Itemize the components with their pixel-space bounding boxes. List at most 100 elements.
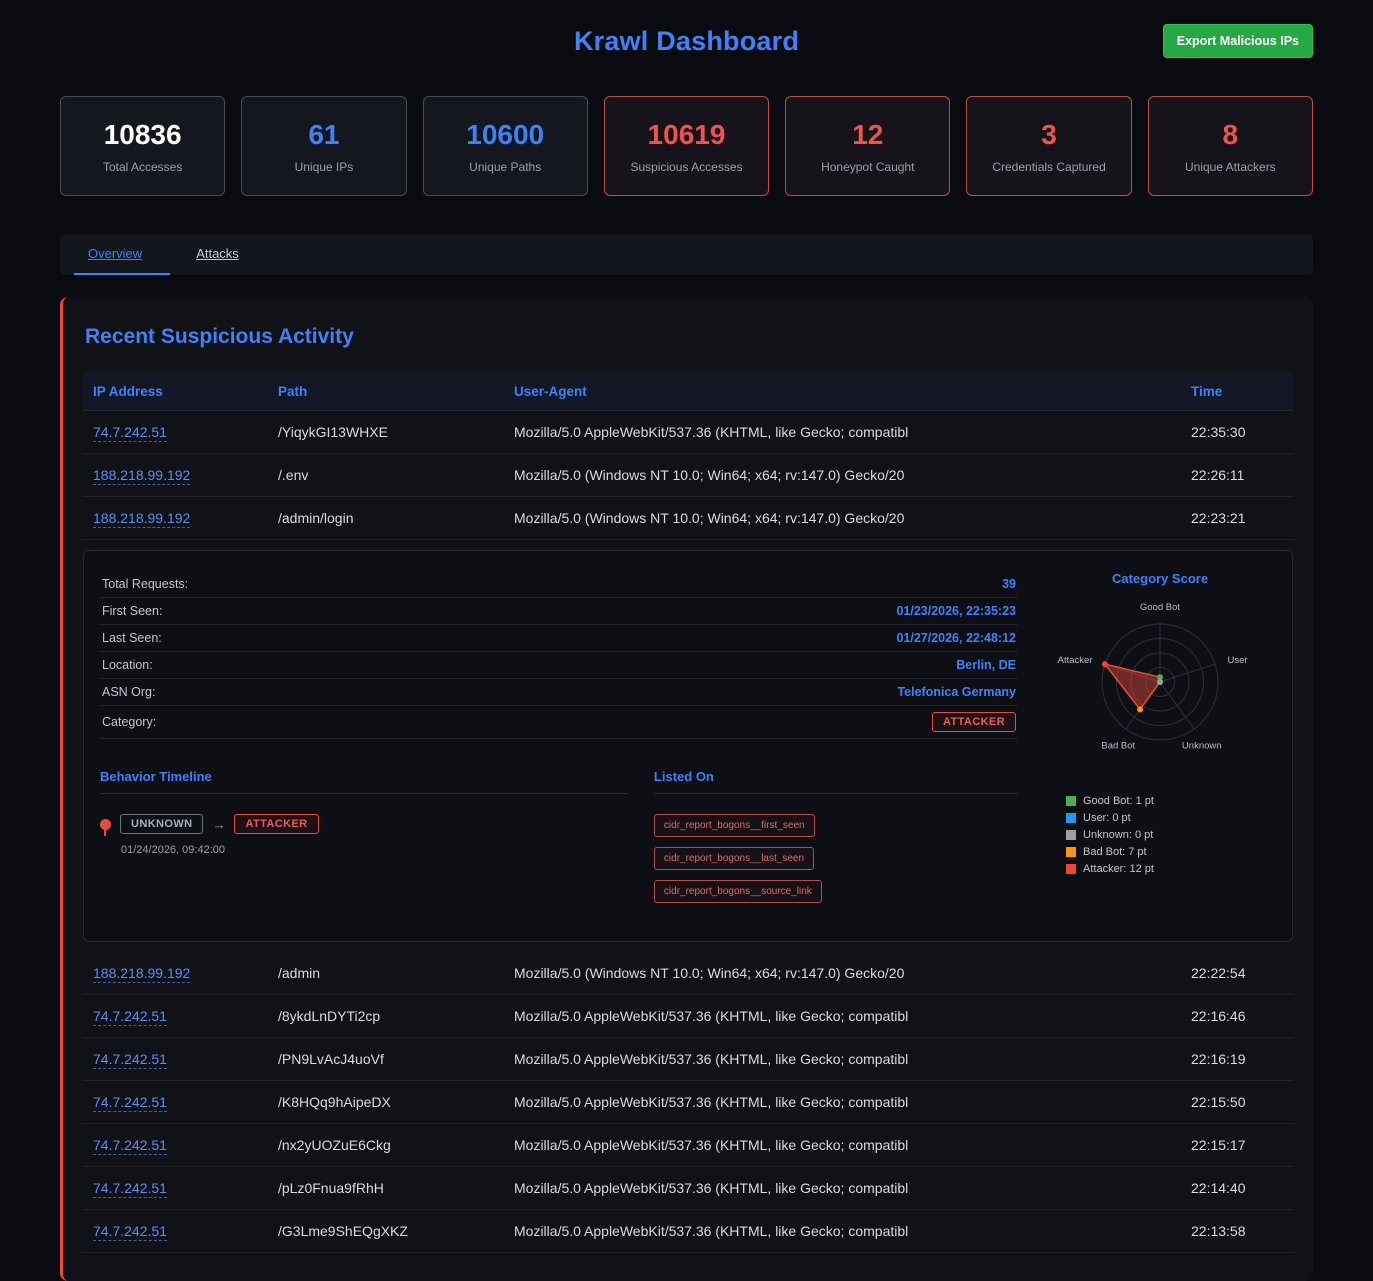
ip-link[interactable]: 188.218.99.192 (93, 510, 190, 528)
col-ip-address: IP Address (83, 373, 268, 410)
row-user-agent: Mozilla/5.0 AppleWebKit/537.36 (KHTML, l… (504, 1167, 1181, 1209)
info-label: First Seen: (102, 604, 162, 618)
radar-axis-label: Unknown (1182, 740, 1222, 751)
row-path: /pLz0Fnua9fRhH (268, 1167, 504, 1209)
row-user-agent: Mozilla/5.0 (Windows NT 10.0; Win64; x64… (504, 454, 1181, 496)
table-row[interactable]: 74.7.242.51 /8ykdLnDYTi2cp Mozilla/5.0 A… (83, 995, 1293, 1038)
col-user-agent: User-Agent (504, 373, 1181, 410)
table-row[interactable]: 74.7.242.51 /G3Lme9ShEQgXKZ Mozilla/5.0 … (83, 1210, 1293, 1253)
info-value: 39 (1002, 577, 1016, 591)
radar-axis-label: User (1228, 655, 1248, 666)
legend-label: Good Bot: 1 pt (1083, 795, 1154, 807)
stat-card-honeypot-caught: 12 Honeypot Caught (785, 96, 950, 196)
dashboard-page: Krawl Dashboard Export Malicious IPs 108… (60, 0, 1313, 1281)
info-value: 01/23/2026, 22:35:23 (896, 604, 1016, 618)
table-row[interactable]: 74.7.242.51 /pLz0Fnua9fRhH Mozilla/5.0 A… (83, 1167, 1293, 1210)
legend-item: Attacker: 12 pt (1066, 863, 1276, 875)
category-score-column: Category Score Good Bot User Unknown Bad Bo… (1044, 571, 1276, 917)
row-time: 22:13:58 (1181, 1210, 1293, 1252)
ip-detail-panel: Total Requests: 39 First Seen: 01/23/202… (83, 550, 1293, 942)
page-title: Krawl Dashboard (60, 16, 1313, 57)
row-user-agent: Mozilla/5.0 AppleWebKit/537.36 (KHTML, l… (504, 1038, 1181, 1080)
row-user-agent: Mozilla/5.0 AppleWebKit/537.36 (KHTML, l… (504, 411, 1181, 453)
radar-chart: Good BotUserUnknownBad BotAttacker (1044, 588, 1276, 781)
listed-on-title: Listed On (654, 769, 1018, 794)
stat-card-unique-attackers: 8 Unique Attackers (1148, 96, 1313, 196)
row-time: 22:35:30 (1181, 411, 1293, 453)
info-label: ASN Org: (102, 685, 156, 699)
ip-link[interactable]: 188.218.99.192 (93, 467, 190, 485)
timeline-date: 01/24/2026, 09:42:00 (121, 844, 628, 856)
row-time: 22:16:46 (1181, 995, 1293, 1037)
ip-link[interactable]: 188.218.99.192 (93, 965, 190, 983)
ip-link[interactable]: 74.7.242.51 (93, 1223, 167, 1241)
legend-label: Bad Bot: 7 pt (1083, 846, 1147, 858)
stat-value: 3 (1041, 119, 1057, 151)
row-user-agent: Mozilla/5.0 AppleWebKit/537.36 (KHTML, l… (504, 1124, 1181, 1166)
row-time: 22:16:19 (1181, 1038, 1293, 1080)
row-user-agent: Mozilla/5.0 AppleWebKit/537.36 (KHTML, l… (504, 1210, 1181, 1252)
ip-detail-info: Total Requests: 39 First Seen: 01/23/202… (100, 571, 1018, 917)
stat-value: 12 (852, 119, 883, 151)
row-user-agent: Mozilla/5.0 AppleWebKit/537.36 (KHTML, l… (504, 995, 1181, 1037)
info-row-last-seen: Last Seen: 01/27/2026, 22:48:12 (100, 625, 1018, 652)
row-path: /nx2yUOZuE6Ckg (268, 1124, 504, 1166)
behavior-timeline-title: Behavior Timeline (100, 769, 628, 794)
radar-axis-label: Good Bot (1140, 602, 1180, 613)
listed-on-section: Listed On cidr_report_bogons__first_seen… (654, 769, 1018, 903)
legend-label: Unknown: 0 pt (1083, 829, 1153, 841)
stat-label: Credentials Captured (992, 160, 1105, 174)
stat-card-credentials-captured: 3 Credentials Captured (966, 96, 1131, 196)
table-row[interactable]: 188.218.99.192 /admin/login Mozilla/5.0 … (83, 497, 1293, 540)
legend-item: Good Bot: 1 pt (1066, 795, 1276, 807)
table-row[interactable]: 74.7.242.51 /PN9LvAcJ4uoVf Mozilla/5.0 A… (83, 1038, 1293, 1081)
legend-color-swatch (1066, 847, 1076, 857)
arrow-right-icon: → (212, 817, 225, 832)
table-row[interactable]: 74.7.242.51 /K8HQq9hAipeDX Mozilla/5.0 A… (83, 1081, 1293, 1124)
radar-axis-label: Bad Bot (1101, 740, 1135, 751)
table-row[interactable]: 74.7.242.51 /nx2yUOZuE6Ckg Mozilla/5.0 A… (83, 1124, 1293, 1167)
table-header-row: IP Address Path User-Agent Time (83, 373, 1293, 411)
export-malicious-ips-button[interactable]: Export Malicious IPs (1163, 24, 1313, 58)
ip-link[interactable]: 74.7.242.51 (93, 1180, 167, 1198)
ip-link[interactable]: 74.7.242.51 (93, 424, 167, 442)
table-row[interactable]: 188.218.99.192 /admin Mozilla/5.0 (Windo… (83, 952, 1293, 995)
table-row[interactable]: 188.218.99.192 /.env Mozilla/5.0 (Window… (83, 454, 1293, 497)
timeline-marker-icon (100, 819, 111, 830)
row-path: /admin/login (268, 497, 504, 539)
legend-label: Attacker: 12 pt (1083, 863, 1154, 875)
info-label: Category: (102, 715, 156, 729)
info-label: Total Requests: (102, 577, 188, 591)
timeline-item: UNKNOWN → ATTACKER (100, 814, 628, 834)
col-time: Time (1181, 373, 1293, 410)
info-row-location: Location: Berlin, DE (100, 652, 1018, 679)
info-row-total-requests: Total Requests: 39 (100, 571, 1018, 598)
ip-link[interactable]: 74.7.242.51 (93, 1051, 167, 1069)
stat-label: Unique IPs (295, 160, 354, 174)
section-title: Recent Suspicious Activity (85, 325, 1293, 349)
row-path: /G3Lme9ShEQgXKZ (268, 1210, 504, 1252)
tab-overview[interactable]: Overview (74, 234, 170, 275)
info-value: Berlin, DE (956, 658, 1016, 672)
row-time: 22:15:50 (1181, 1081, 1293, 1123)
info-value: 01/27/2026, 22:48:12 (896, 631, 1016, 645)
table-row[interactable]: 74.7.242.51 /YiqykGI13WHXE Mozilla/5.0 A… (83, 411, 1293, 454)
info-row-asn-org: ASN Org: Telefonica Germany (100, 679, 1018, 706)
row-user-agent: Mozilla/5.0 (Windows NT 10.0; Win64; x64… (504, 497, 1181, 539)
stat-value: 10600 (466, 119, 544, 151)
legend-item: Unknown: 0 pt (1066, 829, 1276, 841)
stat-label: Unique Paths (469, 160, 541, 174)
ip-link[interactable]: 74.7.242.51 (93, 1094, 167, 1112)
activity-table: IP Address Path User-Agent Time 74.7.242… (83, 373, 1293, 1253)
row-path: /K8HQq9hAipeDX (268, 1081, 504, 1123)
legend-color-swatch (1066, 796, 1076, 806)
tab-attacks[interactable]: Attacks (182, 234, 267, 275)
category-badge: ATTACKER (932, 712, 1016, 732)
ip-link[interactable]: 74.7.242.51 (93, 1008, 167, 1026)
legend-label: User: 0 pt (1083, 812, 1131, 824)
behavior-timeline-section: Behavior Timeline UNKNOWN → ATTACKER 01/… (100, 769, 628, 903)
radar-chart-title: Category Score (1044, 571, 1276, 586)
row-path: /.env (268, 454, 504, 496)
info-value: Telefonica Germany (897, 685, 1016, 699)
ip-link[interactable]: 74.7.242.51 (93, 1137, 167, 1155)
